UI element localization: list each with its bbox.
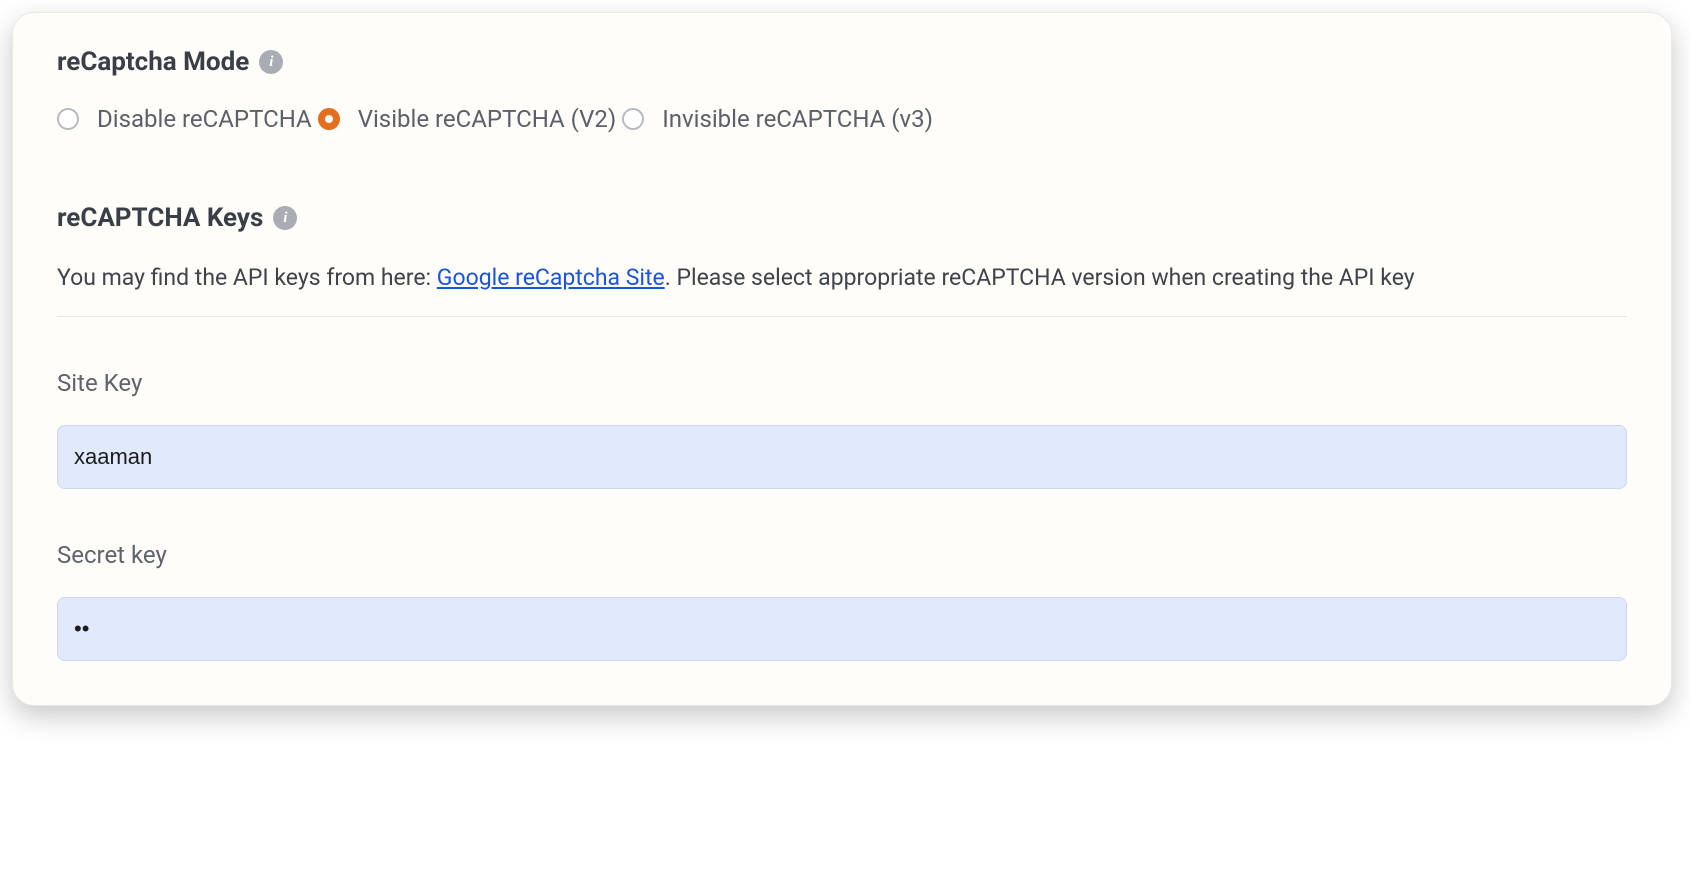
google-recaptcha-link[interactable]: Google reCaptcha Site <box>437 264 665 291</box>
info-icon[interactable]: i <box>273 206 297 230</box>
site-key-input[interactable] <box>57 425 1627 489</box>
recaptcha-keys-title: reCAPTCHA Keys <box>57 203 263 233</box>
radio-label: Disable reCAPTCHA <box>97 105 312 133</box>
recaptcha-mode-title: reCaptcha Mode <box>57 47 249 77</box>
radio-label: Invisible reCAPTCHA (v3) <box>662 105 933 133</box>
secret-key-field-group: Secret key <box>57 541 1627 661</box>
site-key-field-group: Site Key <box>57 369 1627 489</box>
radio-disable-recaptcha[interactable]: Disable reCAPTCHA <box>57 105 318 133</box>
radio-icon <box>57 108 79 130</box>
recaptcha-keys-heading: reCAPTCHA Keys i <box>57 203 1627 233</box>
radio-visible-recaptcha-v2[interactable]: Visible reCAPTCHA (V2) <box>318 105 623 133</box>
desc-prefix: You may find the API keys from here: <box>57 264 437 291</box>
radio-icon <box>622 108 644 130</box>
info-icon[interactable]: i <box>259 50 283 74</box>
recaptcha-keys-description: You may find the API keys from here: Goo… <box>57 261 1627 317</box>
recaptcha-mode-heading: reCaptcha Mode i <box>57 47 1627 77</box>
secret-key-input[interactable] <box>57 597 1627 661</box>
recaptcha-settings-card: reCaptcha Mode i Disable reCAPTCHA Visib… <box>12 12 1672 706</box>
recaptcha-mode-options: Disable reCAPTCHA Visible reCAPTCHA (V2)… <box>57 105 1627 133</box>
site-key-label: Site Key <box>57 369 1627 397</box>
radio-label: Visible reCAPTCHA (V2) <box>358 105 617 133</box>
secret-key-label: Secret key <box>57 541 1627 569</box>
radio-invisible-recaptcha-v3[interactable]: Invisible reCAPTCHA (v3) <box>622 105 939 133</box>
radio-icon <box>318 108 340 130</box>
desc-suffix: . Please select appropriate reCAPTCHA ve… <box>665 264 1415 291</box>
